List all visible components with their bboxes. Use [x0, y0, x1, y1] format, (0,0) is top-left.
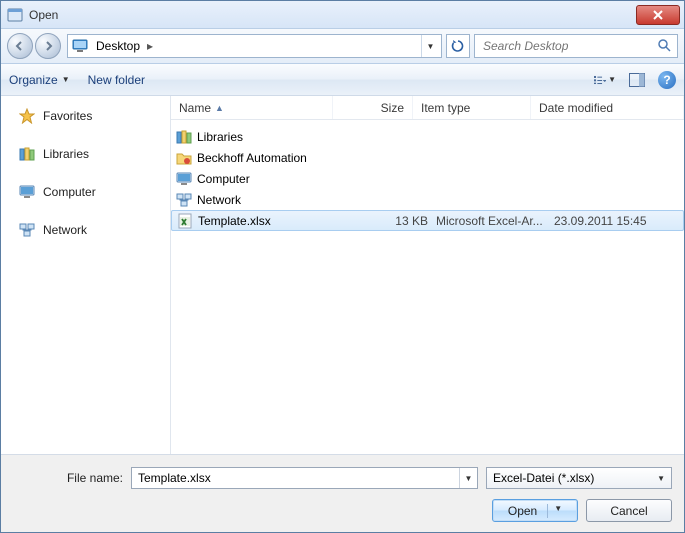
back-button[interactable]	[7, 33, 33, 59]
filename-dropdown[interactable]: ▼	[459, 468, 477, 488]
breadcrumb-location[interactable]: Desktop	[92, 37, 144, 55]
column-name[interactable]: Name ▲	[171, 96, 333, 119]
desktop-icon	[72, 38, 88, 54]
file-row[interactable]: Network	[171, 189, 684, 210]
chevron-down-icon: ▼	[62, 75, 70, 84]
filename-label: File name:	[13, 471, 123, 485]
sidebar-item-label: Libraries	[43, 147, 89, 161]
libraries-icon	[19, 146, 35, 162]
nav-arrows	[7, 33, 63, 59]
xlsx-icon	[176, 213, 194, 229]
network-icon	[175, 192, 193, 208]
toolbar: Organize ▼ New folder ▼ ?	[1, 64, 684, 96]
folder-special-icon	[175, 150, 193, 166]
sort-asc-icon: ▲	[215, 103, 224, 113]
star-icon	[19, 108, 35, 124]
bottom-panel: File name: ▼ Excel-Datei (*.xlsx) ▼ Open…	[1, 454, 684, 532]
chevron-down-icon: ▼	[657, 474, 665, 483]
organize-button[interactable]: Organize ▼	[9, 73, 70, 87]
preview-pane-button[interactable]	[626, 69, 648, 91]
search-icon	[657, 38, 671, 55]
column-type[interactable]: Item type	[413, 96, 531, 119]
file-name: Computer	[197, 172, 355, 186]
column-date[interactable]: Date modified	[531, 96, 684, 119]
file-row[interactable]: Template.xlsx13 KBMicrosoft Excel-Ar...2…	[171, 210, 684, 231]
view-options-button[interactable]: ▼	[594, 69, 616, 91]
forward-button[interactable]	[35, 33, 61, 59]
file-list: Name ▲ Size Item type Date modified Libr…	[171, 96, 684, 454]
app-icon	[7, 7, 23, 23]
column-size[interactable]: Size	[333, 96, 413, 119]
address-dropdown[interactable]: ▼	[421, 35, 439, 57]
file-name: Libraries	[197, 130, 355, 144]
file-date: 23.09.2011 15:45	[554, 214, 683, 228]
open-split-icon[interactable]: ▼	[547, 504, 562, 518]
sidebar-item-libraries[interactable]: Libraries	[1, 142, 170, 166]
network-icon	[19, 222, 35, 238]
refresh-button[interactable]	[446, 34, 470, 58]
libraries-icon	[175, 129, 193, 145]
filename-combo[interactable]: ▼	[131, 467, 478, 489]
search-input[interactable]	[481, 38, 657, 54]
file-row[interactable]: Libraries	[171, 126, 684, 147]
new-folder-button[interactable]: New folder	[88, 73, 145, 87]
open-dialog: Open Desktop ▸ ▼	[0, 0, 685, 533]
computer-icon	[19, 184, 35, 200]
computer-icon	[175, 171, 193, 187]
rows-container: Libraries Beckhoff Automation Computer Netw…	[171, 120, 684, 454]
window-title: Open	[29, 8, 58, 22]
sidebar-item-computer[interactable]: Computer	[1, 180, 170, 204]
file-name: Network	[197, 193, 355, 207]
sidebar-item-network[interactable]: Network	[1, 218, 170, 242]
sidebar-item-favorites[interactable]: Favorites	[1, 104, 170, 128]
navbar: Desktop ▸ ▼	[1, 29, 684, 64]
sidebar: Favorites Libraries Computer Network	[1, 96, 171, 454]
file-name: Beckhoff Automation	[197, 151, 355, 165]
filename-input[interactable]	[132, 471, 459, 485]
breadcrumb-chevron-icon[interactable]: ▸	[144, 39, 156, 53]
column-headers: Name ▲ Size Item type Date modified	[171, 96, 684, 120]
titlebar: Open	[1, 1, 684, 29]
sidebar-item-label: Network	[43, 223, 87, 237]
search-box[interactable]	[474, 34, 678, 58]
open-button[interactable]: Open ▼	[492, 499, 578, 522]
file-row[interactable]: Computer	[171, 168, 684, 189]
main-area: Favorites Libraries Computer Network	[1, 96, 684, 454]
file-name: Template.xlsx	[198, 214, 356, 228]
filter-label: Excel-Datei (*.xlsx)	[493, 471, 594, 485]
sidebar-item-label: Favorites	[43, 109, 92, 123]
file-type: Microsoft Excel-Ar...	[436, 214, 554, 228]
file-size: 13 KB	[356, 214, 436, 228]
organize-label: Organize	[9, 73, 58, 87]
file-row[interactable]: Beckhoff Automation	[171, 147, 684, 168]
help-button[interactable]: ?	[658, 71, 676, 89]
cancel-button[interactable]: Cancel	[586, 499, 672, 522]
sidebar-item-label: Computer	[43, 185, 96, 199]
chevron-down-icon: ▼	[608, 75, 616, 84]
new-folder-label: New folder	[88, 73, 145, 87]
close-button[interactable]	[636, 5, 680, 25]
address-bar[interactable]: Desktop ▸ ▼	[67, 34, 442, 58]
file-type-filter[interactable]: Excel-Datei (*.xlsx) ▼	[486, 467, 672, 489]
